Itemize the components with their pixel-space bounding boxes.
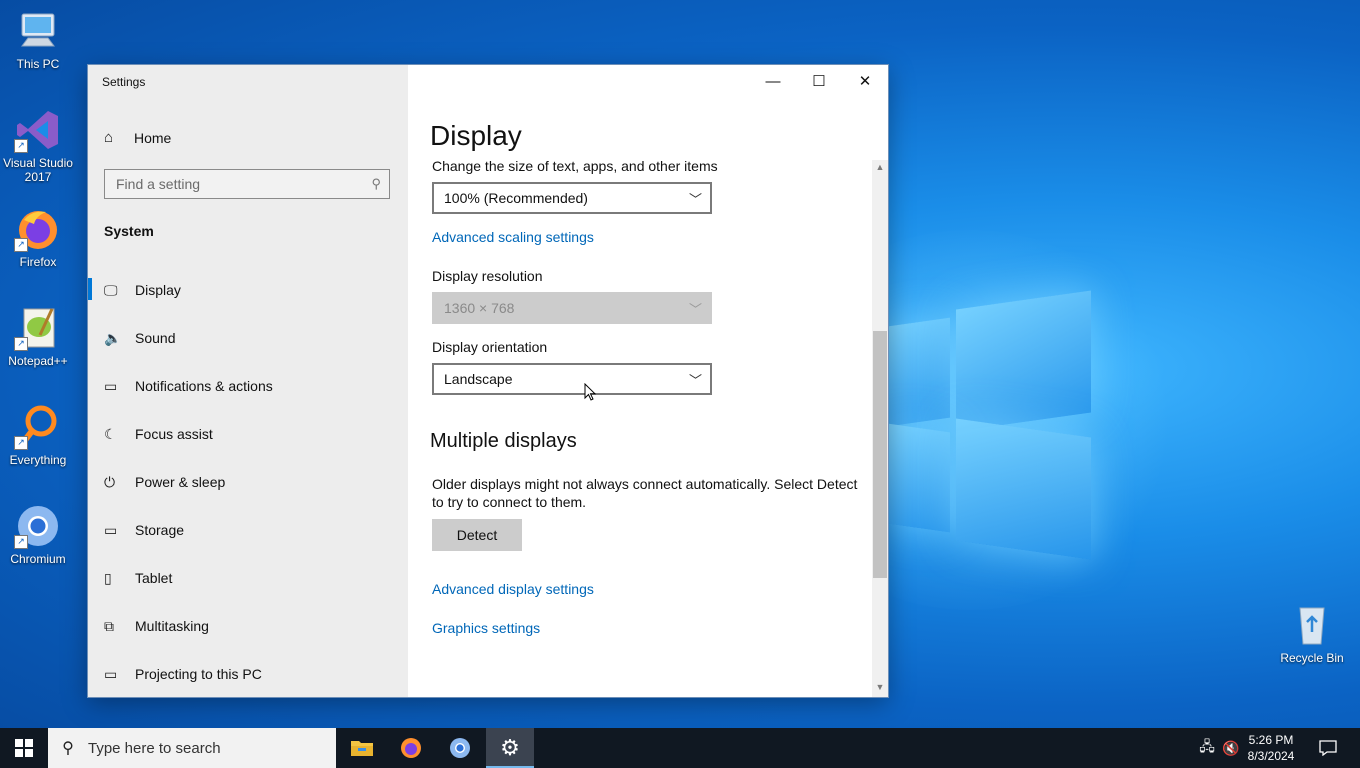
power-icon: ⏻ bbox=[104, 473, 116, 490]
section-heading-system: System bbox=[104, 223, 154, 239]
settings-sidebar: Settings ⌂ Home Find a setting ⚲ System … bbox=[88, 65, 408, 697]
tablet-icon: ▯ bbox=[104, 569, 112, 586]
taskbar-firefox[interactable] bbox=[387, 728, 435, 768]
shortcut-arrow-icon: ↗ bbox=[14, 337, 28, 351]
everything-search-icon: ↗ bbox=[14, 404, 62, 450]
graphics-settings-link[interactable]: Graphics settings bbox=[432, 620, 540, 636]
chevron-down-icon: ﹀ bbox=[688, 373, 702, 388]
start-button[interactable] bbox=[0, 728, 48, 768]
sidebar-item-sound[interactable]: 🔈 Sound bbox=[88, 314, 408, 362]
shortcut-arrow-icon: ↗ bbox=[14, 238, 28, 252]
scale-dropdown[interactable]: 100% (Recommended) ﹀ bbox=[432, 182, 712, 214]
computer-icon bbox=[14, 8, 62, 54]
sidebar-item-power-sleep[interactable]: ⏻ Power & sleep bbox=[88, 458, 408, 506]
projecting-icon: ▭ bbox=[104, 665, 118, 682]
windows-logo-pane bbox=[888, 317, 950, 427]
settings-icon: ⚙ bbox=[500, 735, 520, 760]
search-icon: ⚲ bbox=[62, 740, 74, 757]
sidebar-item-multitasking[interactable]: ⧉ Multitasking bbox=[88, 602, 408, 650]
shortcut-arrow-icon: ↗ bbox=[14, 535, 28, 549]
multiple-displays-description: Older displays might not always connect … bbox=[432, 476, 858, 510]
orientation-dropdown[interactable]: Landscape ﹀ bbox=[432, 363, 712, 395]
windows-logo-pane bbox=[956, 418, 1091, 560]
chromium-icon: ↗ bbox=[14, 503, 62, 549]
desktop-icon-notepadpp[interactable]: ↗ Notepad++ bbox=[0, 305, 76, 368]
search-icon: ⚲ bbox=[371, 176, 381, 191]
chromium-icon bbox=[450, 738, 470, 758]
visual-studio-icon: ↗ bbox=[14, 107, 62, 153]
network-icon[interactable]: 🖧 bbox=[1196, 728, 1218, 768]
shortcut-arrow-icon: ↗ bbox=[14, 436, 28, 450]
file-explorer-icon bbox=[351, 741, 373, 756]
multiple-displays-heading: Multiple displays bbox=[430, 430, 577, 452]
action-center-icon[interactable] bbox=[1310, 728, 1346, 768]
desktop-icon-recycle-bin[interactable]: Recycle Bin bbox=[1274, 602, 1350, 665]
resolution-label: Display resolution bbox=[432, 268, 543, 284]
scroll-up-arrow-icon[interactable]: ▲ bbox=[872, 162, 888, 176]
sidebar-item-display[interactable]: 🖵 Display bbox=[88, 266, 408, 314]
detect-button[interactable]: Detect bbox=[432, 519, 522, 551]
advanced-display-settings-link[interactable]: Advanced display settings bbox=[432, 581, 594, 597]
mouse-cursor-icon bbox=[584, 383, 596, 401]
windows-logo-pane bbox=[888, 423, 950, 533]
sidebar-item-focus-assist[interactable]: ☾ Focus assist bbox=[88, 410, 408, 458]
desktop-icon-everything[interactable]: ↗ Everything bbox=[0, 404, 76, 467]
monitor-icon: 🖵 bbox=[104, 281, 118, 298]
multitasking-icon: ⧉ bbox=[104, 617, 114, 634]
windows-logo-pane bbox=[956, 290, 1091, 432]
display-settings-pane: Display Change the size of text, apps, a… bbox=[408, 65, 888, 697]
sidebar-item-notifications[interactable]: ▭ Notifications & actions bbox=[88, 362, 408, 410]
desktop-icon-chromium[interactable]: ↗ Chromium bbox=[0, 503, 76, 566]
search-placeholder: Find a setting bbox=[116, 176, 201, 192]
taskbar: ⚲ Type here to search ⚙ 🖧 🔇 5:26 PM 8/3/… bbox=[0, 728, 1360, 768]
taskbar-search-box[interactable]: ⚲ Type here to search bbox=[48, 728, 336, 768]
recycle-bin-icon bbox=[1288, 602, 1336, 648]
system-nav-list: 🖵 Display 🔈 Sound ▭ Notifications & acti… bbox=[88, 266, 408, 698]
notepadpp-icon: ↗ bbox=[14, 305, 62, 351]
desktop-icon-firefox[interactable]: ↗ Firefox bbox=[0, 206, 76, 269]
firefox-icon bbox=[401, 738, 421, 758]
scale-label: Change the size of text, apps, and other… bbox=[432, 158, 718, 174]
shortcut-arrow-icon: ↗ bbox=[14, 139, 28, 153]
resolution-dropdown: 1360 × 768 ﹀ bbox=[432, 292, 712, 324]
speaker-icon: 🔈 bbox=[104, 329, 122, 346]
sidebar-item-tablet[interactable]: ▯ Tablet bbox=[88, 554, 408, 602]
scrollbar-thumb[interactable] bbox=[873, 331, 887, 578]
chevron-down-icon: ﹀ bbox=[688, 192, 702, 207]
chevron-down-icon: ﹀ bbox=[688, 302, 702, 317]
page-title: Display bbox=[430, 120, 522, 151]
find-setting-search-box[interactable]: Find a setting ⚲ bbox=[104, 169, 390, 199]
scroll-down-arrow-icon[interactable]: ▼ bbox=[872, 682, 888, 696]
window-title: Settings bbox=[102, 75, 146, 89]
home-nav-item[interactable]: ⌂ Home bbox=[104, 129, 171, 146]
taskbar-file-explorer[interactable] bbox=[338, 728, 386, 768]
sidebar-item-storage[interactable]: ▭ Storage bbox=[88, 506, 408, 554]
notification-icon: ▭ bbox=[104, 377, 118, 394]
orientation-label: Display orientation bbox=[432, 339, 548, 355]
sidebar-item-projecting[interactable]: ▭ Projecting to this PC bbox=[88, 650, 408, 698]
storage-icon: ▭ bbox=[104, 521, 118, 538]
moon-icon: ☾ bbox=[104, 425, 117, 442]
system-clock[interactable]: 5:26 PM 8/3/2024 bbox=[1240, 732, 1302, 764]
taskbar-settings[interactable]: ⚙ bbox=[486, 728, 534, 768]
advanced-scaling-link[interactable]: Advanced scaling settings bbox=[432, 229, 594, 245]
volume-muted-icon[interactable]: 🔇 bbox=[1220, 728, 1242, 768]
desktop-icon-this-pc[interactable]: This PC bbox=[0, 8, 76, 71]
taskbar-chromium[interactable] bbox=[436, 728, 484, 768]
desktop-icon-visual-studio[interactable]: ↗ Visual Studio 2017 bbox=[0, 107, 76, 184]
home-icon: ⌂ bbox=[104, 129, 114, 146]
settings-window: Settings ⌂ Home Find a setting ⚲ System … bbox=[88, 65, 888, 697]
windows-start-icon bbox=[15, 739, 33, 757]
firefox-icon: ↗ bbox=[14, 206, 62, 252]
